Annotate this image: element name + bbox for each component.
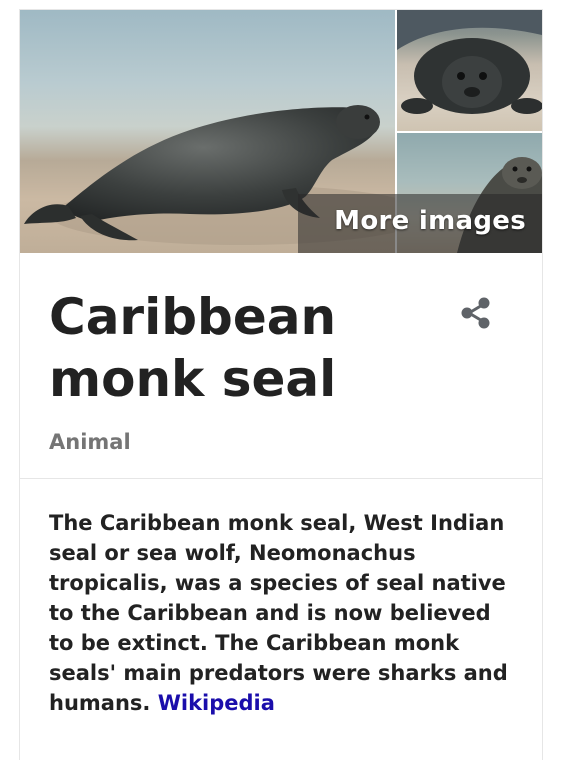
- seal-thumbnail-1-illustration: [397, 10, 542, 114]
- share-icon: [461, 297, 490, 329]
- entity-title: Caribbean monk seal: [49, 288, 337, 408]
- entity-description: The Caribbean monk seal, West Indian sea…: [49, 508, 515, 718]
- image-gallery: More images: [20, 10, 542, 253]
- wikipedia-link[interactable]: Wikipedia: [158, 691, 275, 715]
- entity-type: Animal: [49, 430, 131, 454]
- more-images-label[interactable]: More images: [334, 206, 526, 236]
- divider: [20, 478, 542, 479]
- knowledge-panel: More images Caribbean monk seal Animal T…: [20, 10, 542, 760]
- more-images-overlay[interactable]: More images: [298, 194, 542, 253]
- seal-thumbnail-1[interactable]: [397, 10, 542, 131]
- description-text: The Caribbean monk seal, West Indian sea…: [49, 511, 508, 715]
- share-button[interactable]: [456, 293, 496, 333]
